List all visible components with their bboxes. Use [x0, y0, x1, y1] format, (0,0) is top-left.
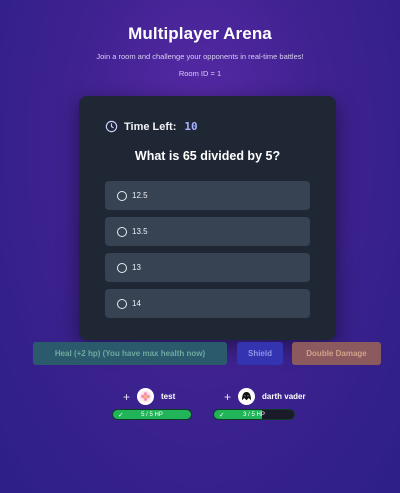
- answer-option-4[interactable]: 14: [105, 289, 310, 318]
- darth-vader-avatar-icon: [238, 388, 256, 405]
- hp-text: 5 / 5 HP: [141, 411, 163, 418]
- answer-option-label: 13: [132, 263, 141, 272]
- answer-option-3[interactable]: 13: [105, 253, 310, 282]
- question-card: Time Left: 10 What is 65 divided by 5? 1…: [79, 96, 336, 340]
- plus-icon[interactable]: +: [123, 390, 130, 404]
- answer-option-2[interactable]: 13.5: [105, 217, 310, 246]
- player-card-test: + test ✓ 5 / 5 HP: [112, 388, 192, 420]
- answer-option-label: 12.5: [132, 191, 148, 200]
- radio-icon[interactable]: [117, 298, 127, 309]
- answer-option-1[interactable]: 12.5: [105, 181, 310, 210]
- shield-button[interactable]: Shield: [237, 342, 283, 365]
- player-name: test: [161, 392, 176, 401]
- answer-option-label: 14: [132, 299, 141, 308]
- page-title: Multiplayer Arena: [128, 24, 272, 43]
- heal-button[interactable]: Heal (+2 hp) (You have max health now): [33, 342, 227, 365]
- player-card-darth-vader: + darth vader ✓ 3 / 5 HP: [213, 388, 306, 420]
- room-id: Room ID = 1: [178, 69, 222, 78]
- answer-options: 12.5 13.5 13 14: [105, 181, 310, 325]
- hp-bar: ✓ 5 / 5 HP: [112, 409, 192, 420]
- double-damage-button[interactable]: Double Damage: [292, 342, 381, 365]
- clock-icon: [105, 120, 118, 133]
- radio-icon[interactable]: [117, 226, 127, 237]
- header: Multiplayer Arena Join a room and challe…: [0, 0, 400, 78]
- radio-icon[interactable]: [117, 262, 127, 273]
- question-text: What is 65 divided by 5?: [134, 149, 281, 163]
- plus-icon[interactable]: +: [224, 390, 231, 404]
- timer: Time Left: 10: [105, 120, 198, 133]
- page-subtitle: Join a room and challenge your opponents…: [96, 52, 304, 61]
- radio-icon[interactable]: [117, 190, 127, 201]
- timer-label: Time Left:: [124, 120, 177, 133]
- timer-value: 10: [184, 120, 198, 133]
- answer-option-label: 13.5: [132, 227, 148, 236]
- flower-avatar-icon: [137, 388, 155, 405]
- player-name: darth vader: [262, 392, 306, 401]
- hp-text: 3 / 5 HP: [243, 411, 265, 418]
- hp-bar: ✓ 3 / 5 HP: [213, 409, 295, 420]
